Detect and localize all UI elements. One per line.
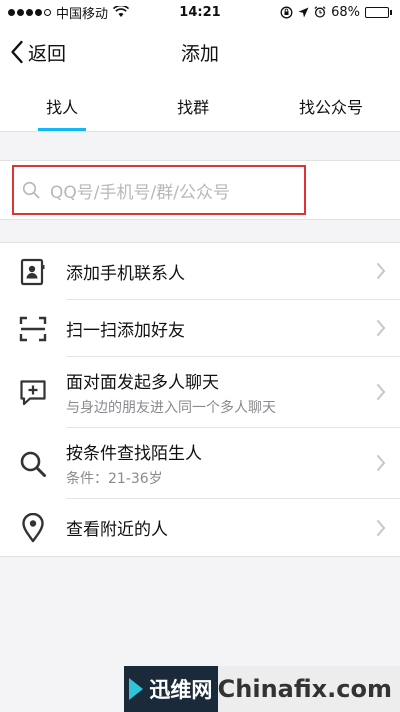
tab-find-people[interactable]: 找人 [0, 80, 124, 131]
search-placeholder: QQ号/手机号/群/公众号 [50, 182, 230, 203]
location-pin-icon [22, 512, 44, 542]
list-item-add-phone-contacts[interactable]: 添加手机联系人 [0, 243, 400, 300]
list-item-find-strangers-by-criteria[interactable]: 按条件查找陌生人 条件：21-36岁 [0, 428, 400, 499]
location-arrow-icon [298, 7, 309, 17]
watermark-site: Chinafix.com [217, 666, 400, 712]
list-item-label: 扫一扫添加好友 [66, 320, 185, 341]
contact-card-icon [20, 258, 45, 285]
list-item-face-to-face-group-chat[interactable]: 面对面发起多人聊天 与身边的朋友进入同一个多人聊天 [0, 357, 400, 428]
wifi-icon [113, 6, 130, 17]
chat-add-icon [20, 379, 46, 405]
battery-icon [365, 6, 392, 18]
carrier-name: 中国移动 [56, 6, 109, 22]
search-icon [20, 451, 46, 477]
search-section: QQ号/手机号/群/公众号 [0, 160, 400, 220]
back-button[interactable]: 返回 [10, 24, 66, 80]
list-item-label: 添加手机联系人 [66, 263, 185, 284]
list-item-subtitle: 条件：21-36岁 [66, 470, 163, 487]
alarm-icon [314, 6, 326, 18]
list-item-subtitle: 与身边的朋友进入同一个多人聊天 [66, 399, 276, 416]
chevron-right-icon [377, 455, 386, 471]
orientation-lock-icon [280, 6, 293, 18]
tab-bar: 找人 找群 找公众号 [0, 80, 400, 132]
search-input[interactable]: QQ号/手机号/群/公众号 [12, 165, 306, 215]
list-item-people-nearby[interactable]: 查看附近的人 [0, 499, 400, 556]
scan-icon [19, 316, 47, 341]
tab-find-official-accounts[interactable]: 找公众号 [262, 80, 400, 131]
list-item-label: 面对面发起多人聊天 [66, 372, 219, 393]
signal-strength-icon [8, 8, 51, 16]
chevron-right-icon [377, 320, 386, 336]
add-options-list: 添加手机联系人 扫一扫添加好友 面对面发起多人聊天 与身边的朋友进入同一个多人聊… [0, 242, 400, 557]
status-time: 14:21 [179, 4, 221, 20]
chevron-right-icon [377, 384, 386, 400]
list-item-label: 查看附近的人 [66, 520, 168, 540]
watermark-brand: 迅维网 [149, 678, 213, 702]
watermark: 迅维网 Chinafix.com [124, 666, 400, 712]
status-bar: 中国移动 14:21 68% [0, 0, 400, 24]
chevron-right-icon [377, 263, 386, 279]
search-icon [22, 181, 40, 199]
battery-percent: 68% [331, 4, 360, 20]
play-triangle-icon [129, 678, 144, 700]
watermark-logo: 迅维网 [124, 666, 218, 712]
nav-bar: 返回 添加 [0, 24, 400, 80]
list-item-scan-add-friend[interactable]: 扫一扫添加好友 [0, 300, 400, 357]
list-item-label: 按条件查找陌生人 [66, 443, 202, 464]
chevron-right-icon [377, 519, 386, 536]
chevron-left-icon [11, 40, 23, 64]
back-label: 返回 [28, 42, 67, 65]
tab-find-groups[interactable]: 找群 [124, 80, 262, 131]
